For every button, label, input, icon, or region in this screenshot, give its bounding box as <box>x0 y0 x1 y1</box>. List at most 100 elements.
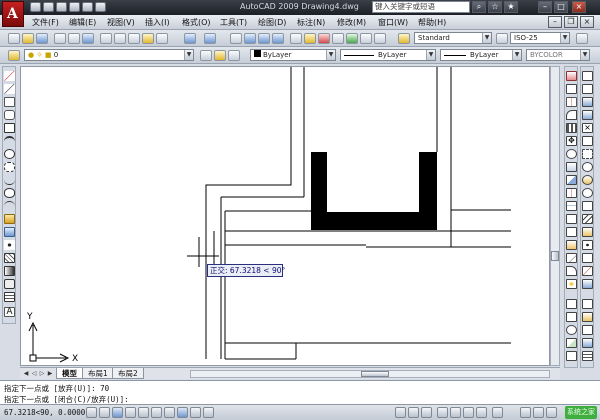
redo-icon[interactable] <box>204 33 216 44</box>
save-icon[interactable] <box>36 33 48 44</box>
undo-icon[interactable] <box>184 33 196 44</box>
table-style-icon[interactable] <box>576 33 588 44</box>
drawing-canvas[interactable]: Y X <box>20 66 550 366</box>
tool-palettes-icon[interactable] <box>318 33 330 44</box>
favorites-icon[interactable]: ★ <box>504 1 518 13</box>
workspace-switch-icon[interactable] <box>520 407 531 418</box>
copy-object-icon[interactable] <box>566 84 577 94</box>
layer-properties-icon[interactable] <box>8 50 20 61</box>
revision-cloud-icon[interactable] <box>4 162 15 172</box>
zoom-icon[interactable] <box>450 407 461 418</box>
fillet-icon[interactable] <box>566 266 577 276</box>
new-file-icon[interactable] <box>30 2 41 12</box>
tab-model[interactable]: 模型 <box>56 368 83 379</box>
block-editor-icon[interactable] <box>156 33 168 44</box>
linetype-select[interactable]: ByLayer ▼ <box>340 49 436 61</box>
dim-style-select[interactable]: ISO-25 ▼ <box>510 32 570 44</box>
snap-midpoint-icon[interactable] <box>582 110 593 120</box>
zoom-window-icon[interactable] <box>258 33 270 44</box>
text-style-select[interactable]: Standard ▼ <box>414 32 492 44</box>
snap-node-icon[interactable] <box>582 240 593 250</box>
last-tab-arrow-icon[interactable]: ▶ <box>46 369 54 378</box>
properties-icon[interactable] <box>290 33 302 44</box>
copy-icon[interactable] <box>114 33 126 44</box>
mirror-icon[interactable] <box>566 97 577 107</box>
quick-properties-icon[interactable] <box>203 407 214 418</box>
trim-icon[interactable] <box>566 188 577 198</box>
construction-line-icon[interactable] <box>4 84 15 94</box>
menu-help[interactable]: 帮助(H) <box>418 17 446 28</box>
match-properties-icon[interactable] <box>142 33 154 44</box>
offset-icon[interactable] <box>566 110 577 120</box>
open-file-icon[interactable] <box>43 2 54 12</box>
snap-insert-icon[interactable] <box>582 227 593 237</box>
lineweight-toggle-icon[interactable] <box>190 407 201 418</box>
plot-preview-icon[interactable] <box>68 33 80 44</box>
dim-linear-icon[interactable] <box>566 299 577 309</box>
markup-icon[interactable] <box>346 33 358 44</box>
join-icon[interactable] <box>566 240 577 250</box>
print-icon[interactable] <box>69 2 80 12</box>
vertical-scrollbar-thumb[interactable] <box>551 251 559 261</box>
move-icon[interactable]: ✥ <box>566 136 577 146</box>
menu-dimension[interactable]: 标注(N) <box>297 17 325 28</box>
dim-aligned-icon[interactable] <box>566 312 577 322</box>
color-select[interactable]: ByLayer ▼ <box>250 49 336 61</box>
communication-center-icon[interactable]: ☆ <box>488 1 502 13</box>
circle-icon[interactable] <box>4 149 15 159</box>
zoom-realtime-icon[interactable] <box>244 33 256 44</box>
paste-icon[interactable] <box>128 33 140 44</box>
menu-edit[interactable]: 编辑(E) <box>69 17 96 28</box>
help-icon[interactable] <box>374 33 386 44</box>
showmotion-icon[interactable] <box>476 407 487 418</box>
zoom-previous-icon[interactable] <box>272 33 284 44</box>
sheet-set-icon[interactable] <box>332 33 344 44</box>
dynamic-ucs-icon[interactable] <box>164 407 175 418</box>
snap-center-icon[interactable] <box>582 162 593 172</box>
rectangle-icon[interactable] <box>4 123 15 133</box>
tab-layout1[interactable]: 布局1 <box>82 368 114 379</box>
menu-insert[interactable]: 插入(I) <box>145 17 170 28</box>
osnap-settings-icon[interactable] <box>582 279 593 289</box>
redo-icon[interactable] <box>95 2 106 12</box>
open-icon[interactable] <box>22 33 34 44</box>
minimize-button[interactable]: – <box>538 1 552 13</box>
save-icon[interactable] <box>56 2 67 12</box>
clean-screen-icon[interactable] <box>546 407 557 418</box>
qnew-icon[interactable] <box>8 33 20 44</box>
line-icon[interactable] <box>4 71 15 81</box>
doc-close-button[interactable]: × <box>580 16 594 28</box>
next-tab-arrow-icon[interactable]: ▷ <box>38 369 46 378</box>
snap-perpendicular-icon[interactable] <box>582 201 593 211</box>
ellipse-icon[interactable] <box>4 188 15 198</box>
design-center-icon[interactable] <box>304 33 316 44</box>
object-snap-icon[interactable] <box>138 407 149 418</box>
publish-icon[interactable] <box>82 33 94 44</box>
make-block-icon[interactable] <box>4 227 15 237</box>
table-icon[interactable] <box>4 292 15 302</box>
horizontal-scrollbar-thumb[interactable] <box>361 371 389 377</box>
point-icon[interactable] <box>4 240 15 250</box>
snap-from-icon[interactable] <box>582 84 593 94</box>
ellipse-arc-icon[interactable] <box>4 201 15 211</box>
menu-view[interactable]: 视图(V) <box>107 17 135 28</box>
pan-icon[interactable] <box>230 33 242 44</box>
maximize-button[interactable]: □ <box>554 1 568 13</box>
layer-icon[interactable] <box>582 312 593 322</box>
horizontal-scrollbar[interactable] <box>190 370 550 378</box>
dim-radius-icon[interactable] <box>566 325 577 335</box>
drawing-svg[interactable]: Y X <box>21 67 551 367</box>
plot-style-select[interactable]: BYCOLOR ▼ <box>526 49 590 61</box>
snap-extension-icon[interactable] <box>582 149 593 159</box>
layer-previous-icon[interactable] <box>214 50 226 61</box>
polar-tracking-icon[interactable] <box>125 407 136 418</box>
snap-apparent-icon[interactable] <box>582 136 593 146</box>
temp-track-icon[interactable] <box>582 71 593 81</box>
chamfer-icon[interactable] <box>566 253 577 263</box>
snap-endpoint-icon[interactable] <box>582 97 593 107</box>
grid-display-icon[interactable] <box>99 407 110 418</box>
polygon-icon[interactable] <box>4 110 15 120</box>
erase-icon[interactable] <box>566 71 577 81</box>
vertical-scrollbar[interactable] <box>550 66 560 366</box>
gradient-icon[interactable] <box>4 266 15 276</box>
